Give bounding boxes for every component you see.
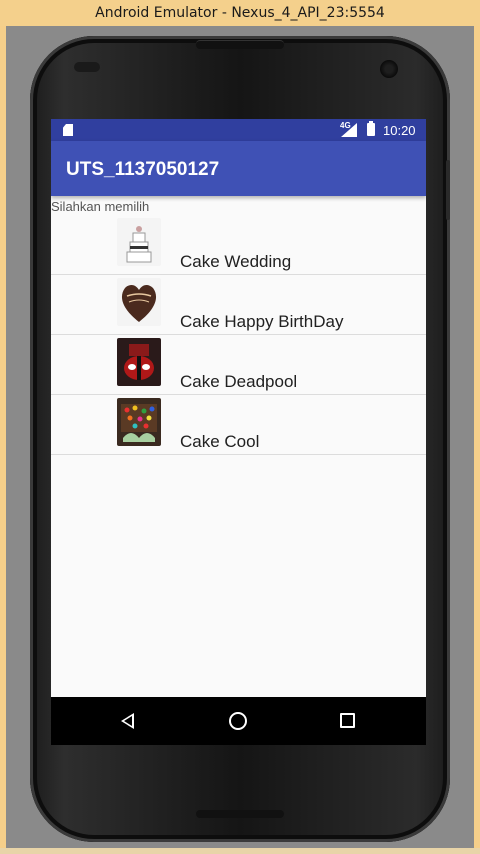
item-label: Cake Deadpool — [180, 372, 298, 391]
app-title: UTS_1137050127 — [66, 159, 220, 180]
item-label: Cake Happy BirthDay — [180, 312, 344, 331]
list-item[interactable]: Cake Deadpool — [51, 335, 426, 395]
list-item[interactable]: Cake Happy BirthDay — [51, 275, 426, 335]
cake-list: Cake Wedding Cake Happy BirthDay Cake De… — [51, 215, 426, 455]
proximity-sensor — [74, 62, 100, 72]
item-label: Cake Wedding — [180, 252, 292, 271]
front-camera — [380, 60, 398, 78]
list-item[interactable]: Cake Cool — [51, 395, 426, 455]
window-bottom-edge — [0, 848, 480, 854]
back-icon[interactable] — [121, 713, 134, 729]
deadpool-cake-thumbnail — [117, 338, 161, 386]
clock: 10:20 — [383, 123, 416, 138]
list-item[interactable]: Cake Wedding — [51, 215, 426, 275]
birthday-cake-thumbnail — [117, 278, 161, 326]
device-screen: 4G 10:20 UTS_1137050127 Silahkan memilih… — [51, 119, 426, 745]
status-bar: 4G 10:20 — [51, 119, 426, 141]
sd-card-icon — [63, 124, 73, 136]
earpiece-speaker — [196, 40, 284, 49]
signal-icon — [341, 123, 357, 137]
item-label: Cake Cool — [180, 432, 260, 451]
navigation-bar — [51, 697, 426, 745]
app-bar: UTS_1137050127 — [51, 141, 426, 196]
cool-cake-thumbnail — [117, 398, 161, 446]
wedding-cake-thumbnail — [117, 218, 161, 266]
emulator-window-title: Android Emulator - Nexus_4_API_23:5554 — [0, 0, 480, 26]
prompt-text: Silahkan memilih — [51, 199, 150, 214]
bottom-speaker — [196, 810, 284, 818]
recent-apps-icon[interactable] — [340, 713, 355, 728]
volume-button[interactable] — [446, 160, 450, 220]
home-icon[interactable] — [229, 712, 247, 730]
battery-icon — [367, 121, 375, 136]
